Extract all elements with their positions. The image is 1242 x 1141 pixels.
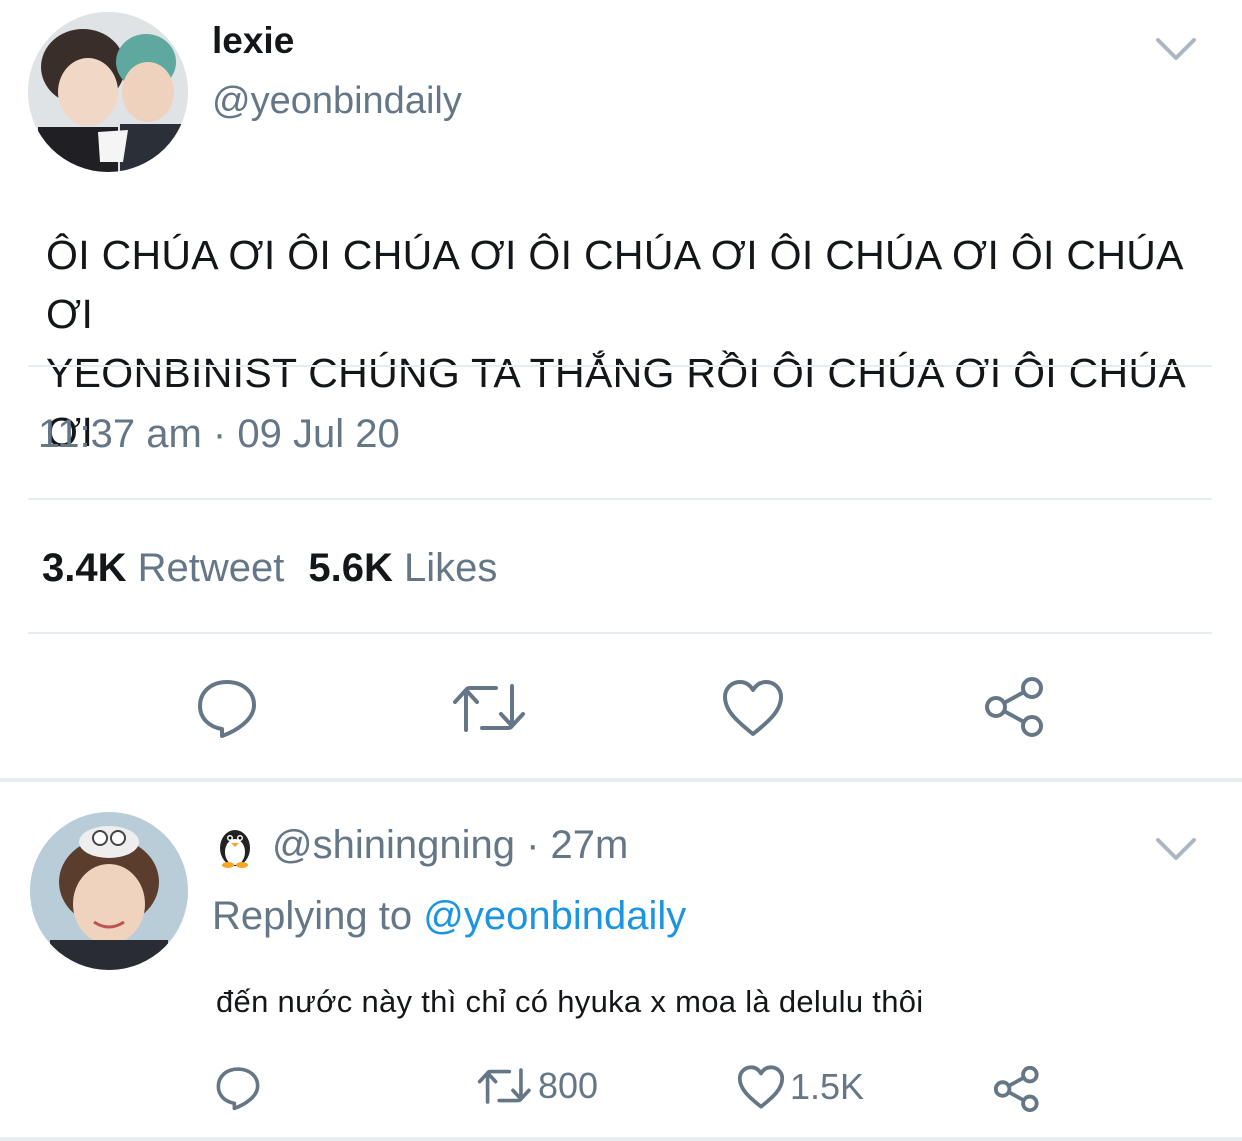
penguin-icon — [212, 822, 258, 868]
avatar[interactable] — [28, 12, 188, 172]
reply-user-line: @shiningning · 27m — [212, 822, 628, 868]
retweet-label: Retweet — [137, 546, 285, 590]
reply-time[interactable]: · 27m — [526, 823, 628, 868]
tweet-text-line: ÔI CHÚA ƠI ÔI CHÚA ƠI ÔI CHÚA ƠI ÔI CHÚA… — [46, 232, 1182, 337]
divider — [28, 365, 1212, 367]
reply-action[interactable] — [214, 1064, 262, 1112]
retweet-stat[interactable]: 3.4K Retweet — [42, 546, 284, 590]
user-handle[interactable]: @yeonbindaily — [212, 80, 462, 123]
divider — [28, 632, 1212, 634]
replying-to-label: Replying to — [212, 894, 413, 938]
like-icon[interactable] — [720, 678, 786, 738]
share-icon[interactable] — [982, 674, 1048, 740]
share-icon[interactable] — [992, 1064, 1042, 1114]
reply-icon[interactable] — [214, 1064, 262, 1112]
likes-count: 5.6K — [308, 546, 393, 590]
engagement-stats: 3.4K Retweet 5.6K Likes — [42, 546, 497, 591]
like-count: 1.5K — [790, 1066, 865, 1107]
chevron-down-icon[interactable] — [1154, 34, 1198, 64]
retweet-count: 800 — [538, 1065, 599, 1106]
retweet-action[interactable]: 800 — [476, 1064, 598, 1108]
avatar[interactable] — [30, 812, 188, 970]
replying-to: Replying to @yeonbindaily — [212, 894, 686, 939]
reply-handle[interactable]: @shiningning — [272, 823, 515, 868]
share-action[interactable] — [992, 1064, 1042, 1114]
reply-text: đến nước này thì chỉ có hyuka x moa là d… — [216, 984, 924, 1019]
like-icon[interactable] — [736, 1064, 786, 1110]
retweet-icon[interactable] — [476, 1064, 534, 1108]
reply-icon[interactable] — [194, 676, 260, 740]
display-name[interactable]: lexie — [212, 20, 294, 62]
timestamp[interactable]: 11:37 am · 09 Jul 20 — [38, 412, 400, 457]
likes-label: Likes — [404, 546, 498, 590]
divider — [28, 498, 1212, 500]
mention-link[interactable]: @yeonbindaily — [423, 894, 686, 938]
main-tweet: lexie @yeonbindaily ÔI CHÚA ƠI ÔI CHÚA Ơ… — [0, 0, 1242, 780]
section-divider — [0, 778, 1242, 782]
likes-stat[interactable]: 5.6K Likes — [308, 546, 497, 590]
retweet-icon[interactable] — [450, 678, 530, 738]
retweet-count: 3.4K — [42, 546, 127, 590]
chevron-down-icon[interactable] — [1154, 834, 1198, 864]
like-action[interactable]: 1.5K — [736, 1064, 864, 1110]
divider — [0, 1137, 1242, 1141]
